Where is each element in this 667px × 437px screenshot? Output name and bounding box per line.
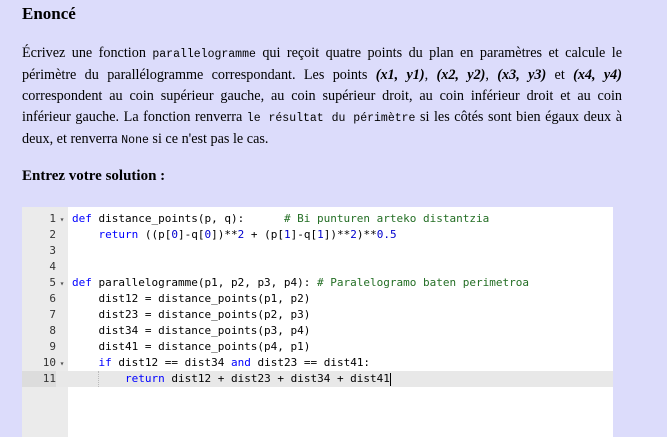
statement-text-1: Écrivez une fonction (22, 45, 153, 61)
line-code[interactable]: dist41 = distance_points(p4, p1) (72, 339, 310, 355)
statement-text-5: si ce n'est pas le cas. (148, 131, 269, 147)
code-line[interactable]: 4 (22, 259, 613, 275)
solution-label: Entrez votre solution : (22, 168, 166, 184)
code-line[interactable]: 2 return ((p[0]-q[0])**2 + (p[1]-q[1])**… (22, 227, 613, 243)
line-number: 3 (49, 244, 56, 257)
problem-statement: Écrivez une fonction parallelogramme qui… (22, 45, 622, 147)
line-number: 1 (49, 212, 56, 225)
point-3: (x3, y3) (497, 67, 547, 83)
line-number: 4 (49, 260, 56, 273)
code-line[interactable]: 1 ▾ def distance_points(p, q): # Bi puntur… (22, 211, 613, 227)
line-code[interactable]: return ((p[0]-q[0])**2 + (p[1]-q[1])**2)… (72, 227, 397, 243)
code-line[interactable]: 9 dist41 = distance_points(p4, p1) (22, 339, 613, 355)
point-4: (x4, y4) (573, 67, 622, 83)
code-line[interactable]: 7 dist23 = distance_points(p2, p3) (22, 307, 613, 323)
point-2: (x2, y2) (436, 67, 486, 83)
code-line[interactable]: 8 dist34 = distance_points(p3, p4) (22, 323, 613, 339)
line-number: 7 (49, 308, 56, 321)
line-code[interactable]: return dist12 + dist23 + dist34 + dist41 (72, 371, 391, 387)
code-line[interactable]: 11 return dist12 + dist23 + dist34 + dis… (22, 371, 613, 387)
line-code[interactable]: if dist12 == dist34 and dist23 == dist41… (72, 355, 371, 371)
fold-arrow-icon[interactable]: ▾ (56, 212, 68, 228)
code-line[interactable]: 6 dist12 = distance_points(p1, p2) (22, 291, 613, 307)
none-keyword: None (121, 134, 149, 147)
line-code[interactable]: dist34 = distance_points(p3, p4) (72, 323, 310, 339)
line-code[interactable]: dist23 = distance_points(p2, p3) (72, 307, 310, 323)
point-1: (x1, y1) (375, 67, 425, 83)
line-number: 2 (49, 228, 56, 241)
line-number: 9 (49, 340, 56, 353)
code-editor[interactable]: 1 ▾ def distance_points(p, q): # Bi puntur… (22, 207, 613, 437)
function-name: parallelogramme (152, 48, 256, 61)
code-line[interactable]: 3 (22, 243, 613, 259)
line-code[interactable]: def parallelogramme(p1, p2, p3, p4): # P… (72, 275, 529, 291)
line-code[interactable]: dist12 = distance_points(p1, p2) (72, 291, 310, 307)
line-number: 8 (49, 324, 56, 337)
line-number: 6 (49, 292, 56, 305)
code-line[interactable]: 5 ▾ def parallelogramme(p1, p2, p3, p4): #… (22, 275, 613, 291)
line-number: 10 (42, 356, 56, 369)
code-line[interactable]: 10 ▾ if dist12 == dist34 and dist23 == di… (22, 355, 613, 371)
line-number: 5 (49, 276, 56, 289)
page-title: Enoncé (22, 4, 76, 23)
line-code[interactable]: def distance_points(p, q): # Bi punturen… (72, 211, 489, 227)
fold-arrow-icon[interactable]: ▾ (56, 276, 68, 292)
result-text: le résultat du périmètre (246, 112, 416, 125)
line-number: 11 (22, 371, 56, 387)
text-cursor (389, 372, 391, 386)
fold-arrow-icon[interactable]: ▾ (56, 356, 68, 372)
